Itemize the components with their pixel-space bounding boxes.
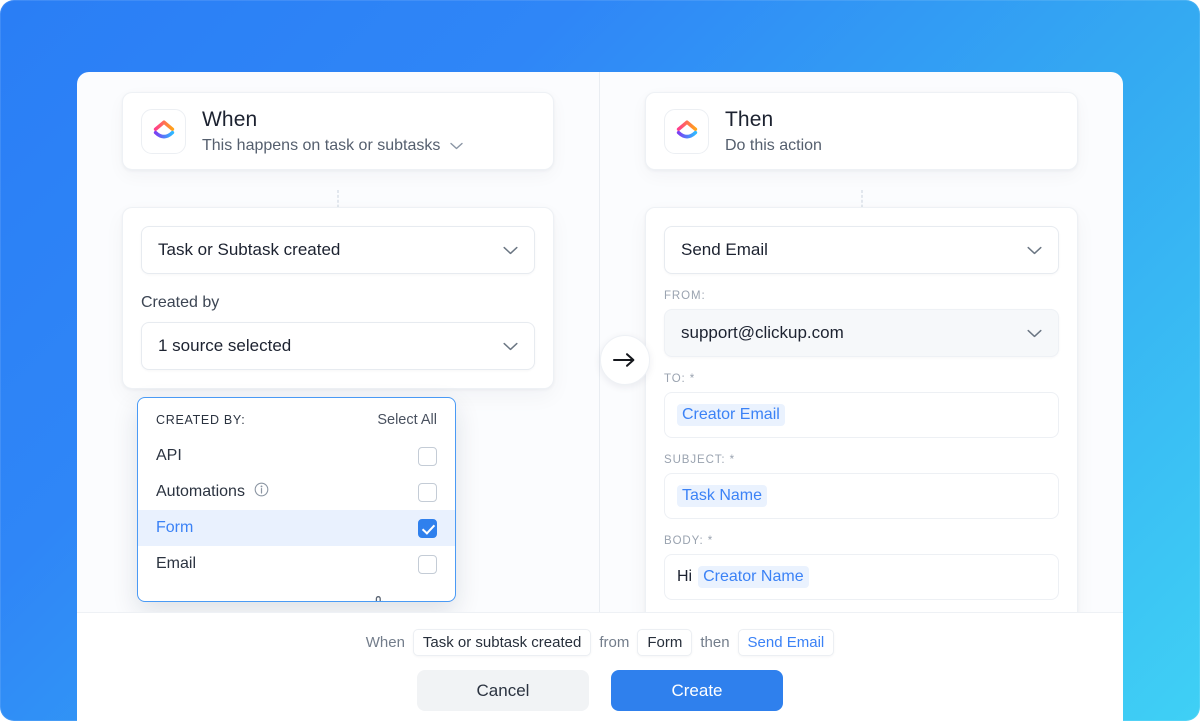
then-subtitle: Do this action: [725, 137, 822, 155]
checkbox-email[interactable]: [418, 554, 437, 574]
then-header-card: Then Do this action: [645, 92, 1078, 170]
then-body-card: Send Email FROM: support@clickup.com TO:…: [645, 207, 1078, 623]
checkbox-form[interactable]: [418, 518, 437, 538]
body-prefix: Hi: [677, 568, 693, 585]
when-subtitle-row[interactable]: This happens on task or subtasks: [202, 137, 464, 155]
summary-then-word: then: [700, 634, 730, 651]
dropdown-option-form[interactable]: Form: [138, 510, 455, 546]
dropdown-option-email[interactable]: Email: [138, 546, 455, 582]
summary-source-chip[interactable]: Form: [637, 629, 693, 656]
from-label: FROM:: [664, 290, 706, 302]
chevron-down-icon[interactable]: [1027, 243, 1042, 258]
from-value: support@clickup.com: [681, 323, 844, 342]
dropdown-option-label: Form: [156, 519, 194, 536]
to-token[interactable]: Creator Email: [677, 404, 785, 426]
when-subtitle: This happens on task or subtasks: [202, 137, 441, 155]
checkbox-api[interactable]: [418, 446, 437, 466]
footer-bar: When Task or subtask created from Form t…: [77, 612, 1123, 721]
dropdown-option-api[interactable]: API: [138, 438, 455, 474]
summary-trigger-chip[interactable]: Task or subtask created: [412, 629, 592, 656]
clickup-logo-icon: [664, 108, 709, 154]
create-button[interactable]: Create: [611, 670, 783, 711]
dropdown-title: CREATED BY:: [156, 413, 246, 427]
created-by-label: Created by: [141, 294, 220, 311]
subject-field[interactable]: Task Name: [664, 473, 1059, 519]
trigger-select-value: Task or Subtask created: [158, 240, 341, 259]
chevron-down-icon[interactable]: [450, 137, 464, 155]
to-field[interactable]: Creator Email: [664, 392, 1059, 438]
subject-label: SUBJECT: *: [664, 454, 735, 466]
info-icon[interactable]: [254, 482, 269, 502]
source-select[interactable]: 1 source selected: [141, 322, 535, 370]
when-header-texts: When This happens on task or subtasks: [202, 107, 464, 155]
body-field[interactable]: Hi Creator Name: [664, 554, 1059, 600]
summary-from-word: from: [599, 634, 630, 651]
checkbox-automations[interactable]: [418, 482, 437, 502]
summary-when-word: When: [365, 634, 405, 651]
created-by-dropdown[interactable]: CREATED BY: Select All API Automations F…: [137, 397, 456, 602]
chevron-down-icon[interactable]: [1027, 326, 1042, 341]
dropdown-option-label-wrap: Automations: [156, 482, 269, 502]
then-subtitle-row: Do this action: [725, 137, 822, 155]
when-header-card: When This happens on task or subtasks: [122, 92, 554, 170]
automation-builder-card: When This happens on task or subtasks Ta…: [77, 72, 1123, 721]
when-body-card: Task or Subtask created Created by 1 sou…: [122, 207, 554, 389]
when-title: When: [202, 107, 258, 131]
dropdown-option-label: Automations: [156, 483, 245, 500]
chevron-down-icon[interactable]: [503, 339, 518, 354]
footer-actions: Cancel Create: [77, 670, 1123, 711]
body-field-line: Hi Creator Name: [677, 566, 809, 588]
automation-summary: When Task or subtask created from Form t…: [77, 613, 1123, 656]
body-token[interactable]: Creator Name: [698, 566, 809, 588]
body-label: BODY: *: [664, 535, 714, 547]
dropdown-option-label: API: [156, 447, 182, 464]
source-select-value: 1 source selected: [158, 336, 292, 355]
pointing-hand-cursor: [370, 594, 392, 601]
then-pane: Then Do this action Send Email FROM: sup…: [600, 72, 1123, 623]
dropdown-option-automations[interactable]: Automations: [138, 474, 455, 510]
then-title: Then: [725, 107, 774, 131]
then-header-texts: Then Do this action: [725, 107, 822, 155]
cancel-button[interactable]: Cancel: [417, 670, 589, 711]
action-select[interactable]: Send Email: [664, 226, 1059, 274]
select-all-button[interactable]: Select All: [377, 412, 437, 428]
arrow-right-icon: [600, 335, 650, 385]
clickup-logo-icon: [141, 108, 186, 154]
dropdown-header: CREATED BY: Select All: [138, 398, 455, 438]
from-select[interactable]: support@clickup.com: [664, 309, 1059, 357]
action-select-value: Send Email: [681, 240, 768, 259]
trigger-select[interactable]: Task or Subtask created: [141, 226, 535, 274]
chevron-down-icon[interactable]: [503, 243, 518, 258]
to-label: TO: *: [664, 373, 696, 385]
summary-action-chip[interactable]: Send Email: [737, 629, 835, 656]
dropdown-option-label: Email: [156, 555, 197, 572]
subject-token[interactable]: Task Name: [677, 485, 768, 507]
